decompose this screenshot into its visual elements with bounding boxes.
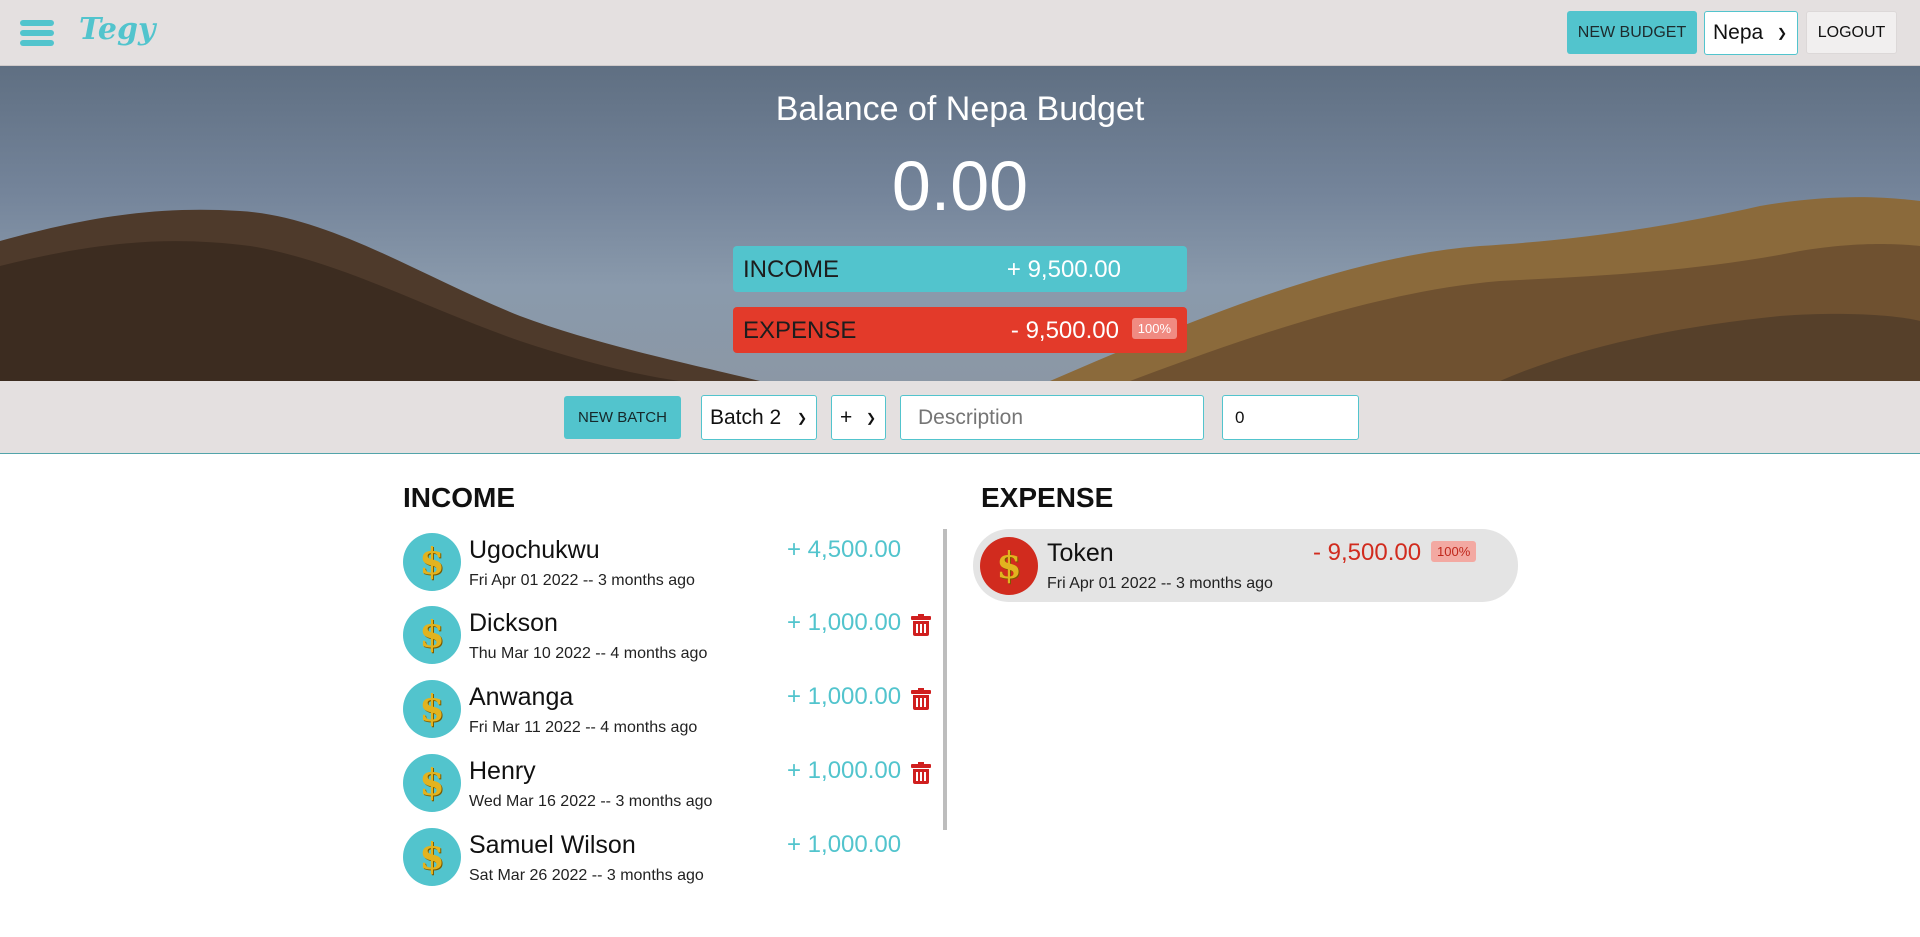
type-select-value: + xyxy=(840,405,853,429)
logout-button[interactable]: LOGOUT xyxy=(1806,11,1897,54)
balance-title: Balance of Nepa Budget xyxy=(775,90,1145,128)
app-logo[interactable]: Tegy xyxy=(79,12,155,47)
expense-item-name: Token xyxy=(1047,539,1114,567)
trash-icon[interactable] xyxy=(911,762,931,784)
income-item-amount: + 1,000.00 xyxy=(787,683,902,710)
income-item-amount: + 1,000.00 xyxy=(787,609,902,636)
expense-summary-value: - 9,500.00 xyxy=(1010,317,1119,344)
dollar-icon: $ xyxy=(980,537,1038,595)
income-item-amount: + 4,500.00 xyxy=(787,536,902,563)
income-item-date: Thu Mar 10 2022 -- 4 months ago xyxy=(469,645,708,662)
dollar-icon: $ xyxy=(403,754,461,812)
expense-item-amount: - 9,500.00 xyxy=(1313,539,1422,566)
expense-item-date: Fri Apr 01 2022 -- 3 months ago xyxy=(1047,575,1273,592)
balance-hero: Balance of Nepa Budget 0.00 INCOME + 9,5… xyxy=(0,66,1920,381)
new-budget-button[interactable]: NEW BUDGET xyxy=(1567,11,1697,54)
budget-select[interactable]: Nepa ❯ xyxy=(1704,11,1798,55)
income-item-date: Fri Mar 11 2022 -- 4 months ago xyxy=(469,719,698,736)
balance-amount: 0.00 xyxy=(891,147,1029,225)
dollar-icon: $ xyxy=(403,680,461,738)
income-summary-label: INCOME xyxy=(743,256,839,283)
new-batch-button[interactable]: NEW BATCH xyxy=(564,396,681,439)
income-item: $ Dickson Thu Mar 10 2022 -- 4 months ag… xyxy=(403,602,933,670)
income-item-name: Dickson xyxy=(469,609,558,637)
income-summary-value: + 9,500.00 xyxy=(1006,256,1121,283)
income-scrollbar[interactable] xyxy=(943,529,947,830)
expense-item[interactable]: $ Token Fri Apr 01 2022 -- 3 months ago … xyxy=(973,529,1518,602)
income-item-name: Anwanga xyxy=(469,683,574,711)
income-item-date: Wed Mar 16 2022 -- 3 months ago xyxy=(469,793,713,810)
batch-select-value: Batch 2 xyxy=(710,405,782,429)
add-entry-bar: NEW BATCH Batch 2 ❯ + ❯ xyxy=(0,381,1920,454)
income-summary-bar: INCOME + 9,500.00 xyxy=(733,246,1187,292)
income-item: $ Anwanga Fri Mar 11 2022 -- 4 months ag… xyxy=(403,676,933,744)
expense-heading: EXPENSE xyxy=(981,482,1114,513)
dollar-icon: $ xyxy=(403,606,461,664)
income-item: $ Henry Wed Mar 16 2022 -- 3 months ago … xyxy=(403,750,933,818)
income-item-date: Sat Mar 26 2022 -- 3 months ago xyxy=(469,867,704,884)
dollar-icon: $ xyxy=(403,533,461,591)
value-input[interactable] xyxy=(1222,395,1359,440)
expense-summary-bar: EXPENSE - 9,500.00 100% xyxy=(733,307,1187,353)
expense-summary-label: EXPENSE xyxy=(743,317,857,344)
budget-select-value: Nepa xyxy=(1713,21,1764,44)
type-select[interactable]: + ❯ xyxy=(831,395,886,440)
income-heading: INCOME xyxy=(403,482,515,513)
expense-percent-badge: 100% xyxy=(1131,318,1177,339)
income-item-name: Ugochukwu xyxy=(469,536,600,564)
trash-icon[interactable] xyxy=(911,688,931,710)
trash-icon[interactable] xyxy=(911,614,931,636)
income-item-amount: + 1,000.00 xyxy=(787,757,902,784)
chevron-down-icon: ❯ xyxy=(796,411,807,425)
batch-select[interactable]: Batch 2 ❯ xyxy=(701,395,817,440)
chevron-down-icon: ❯ xyxy=(1776,26,1787,40)
top-navbar: Tegy NEW BUDGET Nepa ❯ LOGOUT xyxy=(0,0,1920,66)
income-item: $ Samuel Wilson Sat Mar 26 2022 -- 3 mon… xyxy=(403,824,933,892)
hamburger-menu-icon[interactable] xyxy=(20,20,54,46)
income-item: $ Ugochukwu Fri Apr 01 2022 -- 3 months … xyxy=(403,529,933,597)
expense-item-percent-badge: 100% xyxy=(1431,541,1477,562)
income-item-name: Henry xyxy=(469,757,536,785)
income-item-name: Samuel Wilson xyxy=(469,831,636,859)
dollar-icon: $ xyxy=(403,828,461,886)
income-item-amount: + 1,000.00 xyxy=(787,831,902,858)
description-input[interactable] xyxy=(900,395,1204,440)
income-item-date: Fri Apr 01 2022 -- 3 months ago xyxy=(469,572,695,589)
chevron-down-icon: ❯ xyxy=(865,411,876,425)
